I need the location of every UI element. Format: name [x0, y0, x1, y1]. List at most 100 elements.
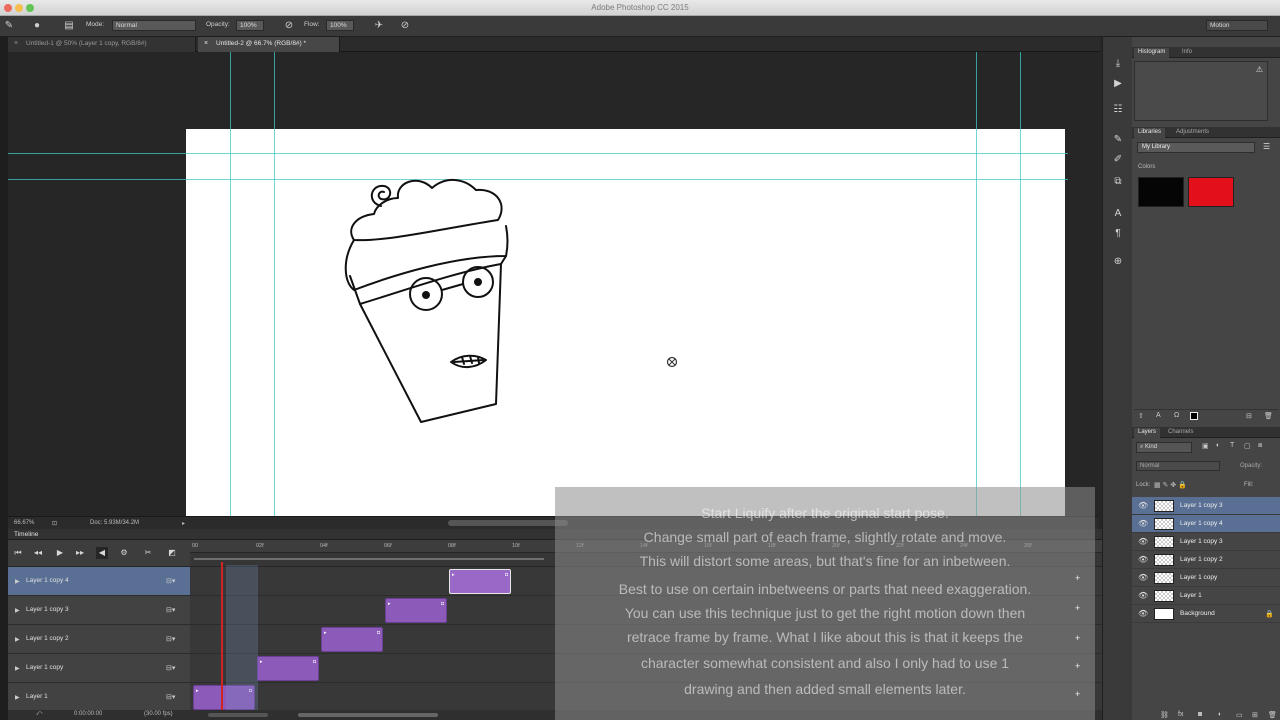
- guide-horizontal[interactable]: [8, 179, 1068, 180]
- brush-icon[interactable]: ✎: [1111, 133, 1125, 147]
- horizontal-scrollbar[interactable]: [448, 520, 568, 526]
- audio-icon[interactable]: ◀: [96, 547, 108, 559]
- close-tab-icon[interactable]: ×: [204, 40, 208, 47]
- flow-field[interactable]: 100%: [326, 20, 354, 31]
- library-select[interactable]: My Library: [1137, 142, 1255, 153]
- character-icon[interactable]: A: [1111, 207, 1125, 221]
- close-tab-icon[interactable]: ×: [14, 40, 18, 47]
- add-media-plus-icon[interactable]: +: [1075, 633, 1080, 643]
- tab-info[interactable]: Info: [1178, 48, 1196, 58]
- text-style-icon[interactable]: A: [1156, 412, 1161, 419]
- clip-start-handle-icon[interactable]: ▸: [196, 688, 199, 694]
- timeline-track-label[interactable]: ▶ Layer 1 copy 4 ⊟▾: [8, 567, 190, 596]
- layer-row[interactable]: 👁 Layer 1 copy 4: [1132, 515, 1280, 533]
- guide-horizontal[interactable]: [8, 153, 1068, 154]
- tab-libraries[interactable]: Libraries: [1134, 128, 1166, 138]
- visibility-eye-icon[interactable]: 👁: [1138, 609, 1148, 618]
- work-area-range[interactable]: [194, 558, 544, 560]
- properties-icon[interactable]: ☷: [1111, 103, 1125, 117]
- filter-smart-object-icon[interactable]: ⧈: [1258, 442, 1262, 450]
- timeline-track-label[interactable]: ▶ Layer 1 ⊟▾: [8, 683, 190, 712]
- paragraph-icon[interactable]: ¶: [1111, 227, 1125, 241]
- layer-style-icon[interactable]: fx: [1178, 711, 1183, 718]
- visibility-eye-icon[interactable]: 👁: [1138, 555, 1148, 564]
- timeline-scrollbar[interactable]: [298, 713, 438, 717]
- filter-pixel-icon[interactable]: ▣: [1202, 442, 1209, 450]
- track-options-icon[interactable]: ⊟▾: [166, 693, 175, 701]
- opacity-field[interactable]: 100%: [236, 20, 264, 31]
- adjustment-layer-icon[interactable]: ◐: [1218, 711, 1222, 718]
- transition-icon[interactable]: ◩: [166, 547, 178, 559]
- new-layer-icon[interactable]: ⊞: [1252, 711, 1258, 719]
- layer-mask-icon[interactable]: ◙: [1198, 711, 1202, 718]
- settings-gear-icon[interactable]: ⚙: [118, 547, 130, 559]
- add-media-plus-icon[interactable]: +: [1075, 573, 1080, 583]
- clip-end-handle-icon[interactable]: ◘: [505, 572, 508, 578]
- add-media-plus-icon[interactable]: +: [1075, 661, 1080, 671]
- current-time-indicator[interactable]: [221, 562, 223, 712]
- tab-layers[interactable]: Layers: [1134, 428, 1161, 438]
- layer-row[interactable]: 👁 Layer 1 copy: [1132, 569, 1280, 587]
- glyphs-icon[interactable]: ⊕: [1111, 255, 1125, 269]
- zoom-level[interactable]: 66.67%: [14, 520, 34, 526]
- expand-track-chevron-icon[interactable]: ▶: [15, 636, 20, 643]
- track-options-icon[interactable]: ⊟▾: [166, 664, 175, 672]
- add-media-plus-icon[interactable]: +: [1075, 603, 1080, 613]
- timeline-zoom-slider[interactable]: [208, 713, 268, 717]
- guide-vertical[interactable]: [1020, 129, 1021, 517]
- expand-track-chevron-icon[interactable]: ▶: [15, 665, 20, 672]
- visibility-eye-icon[interactable]: 👁: [1138, 591, 1148, 600]
- filter-shape-icon[interactable]: ▢: [1244, 442, 1251, 450]
- guide-vertical[interactable]: [976, 129, 977, 517]
- layer-row[interactable]: 👁 Layer 1 copy 3: [1132, 497, 1280, 515]
- add-media-plus-icon[interactable]: +: [1075, 689, 1080, 699]
- visibility-eye-icon[interactable]: 👁: [1138, 501, 1148, 510]
- timeline-track-label[interactable]: ▶ Layer 1 copy 3 ⊟▾: [8, 596, 190, 625]
- blend-mode-select[interactable]: Normal: [1136, 461, 1220, 471]
- layer-row[interactable]: 👁 Layer 1 copy 3: [1132, 533, 1280, 551]
- clip-end-handle-icon[interactable]: ◘: [377, 630, 380, 636]
- clone-source-icon[interactable]: ⧉: [1111, 175, 1125, 189]
- tab-channels[interactable]: Channels: [1164, 428, 1197, 438]
- layer-clip[interactable]: ▸ ◘: [449, 569, 511, 594]
- color-swatch-black[interactable]: [1138, 177, 1184, 207]
- warning-triangle-icon[interactable]: ⚠: [1256, 65, 1263, 74]
- previous-frame-icon[interactable]: ◂◂: [32, 547, 44, 559]
- expand-track-chevron-icon[interactable]: ▶: [15, 694, 20, 701]
- character-style-icon[interactable]: Ω: [1174, 412, 1179, 419]
- go-to-first-frame-icon[interactable]: ⏮: [12, 547, 24, 559]
- next-frame-icon[interactable]: ▸▸: [74, 547, 86, 559]
- new-group-icon[interactable]: ▭: [1236, 711, 1243, 719]
- brush-presets-icon[interactable]: ✐: [1111, 153, 1125, 167]
- color-swatch-red[interactable]: [1188, 177, 1234, 207]
- layer-clip[interactable]: ▸ ◘: [385, 598, 447, 623]
- guide-vertical[interactable]: [274, 129, 275, 517]
- pressure-opacity-icon[interactable]: ⊘: [282, 19, 296, 33]
- clip-start-handle-icon[interactable]: ▸: [260, 659, 263, 665]
- play-icon[interactable]: ▶: [54, 547, 66, 559]
- history-icon[interactable]: ⤓: [1111, 57, 1125, 71]
- pressure-size-icon[interactable]: ⊘: [398, 19, 412, 33]
- clip-start-handle-icon[interactable]: ▸: [324, 630, 327, 636]
- layer-clip[interactable]: ▸ ◘: [257, 656, 319, 681]
- filter-type-icon[interactable]: T: [1230, 442, 1234, 449]
- library-menu-icon[interactable]: ☰: [1263, 142, 1270, 151]
- timeline-title[interactable]: Timeline: [14, 531, 38, 538]
- timeline-track-label[interactable]: ▶ Layer 1 copy 2 ⊟▾: [8, 625, 190, 654]
- layer-filter-kind[interactable]: ⌕ Kind: [1136, 442, 1192, 453]
- lock-icons[interactable]: ▦ ✎ ✥ 🔒: [1154, 481, 1187, 489]
- layer-row[interactable]: 👁 Background 🔒: [1132, 605, 1280, 623]
- workspace-switcher[interactable]: Motion: [1206, 20, 1268, 31]
- visibility-eye-icon[interactable]: 👁: [1138, 519, 1148, 528]
- filter-adjustment-icon[interactable]: ◐: [1216, 442, 1220, 449]
- add-content-icon[interactable]: ⇧: [1138, 412, 1144, 420]
- guide-vertical[interactable]: [230, 129, 231, 517]
- expand-track-chevron-icon[interactable]: ▶: [15, 578, 20, 585]
- tab-histogram[interactable]: Histogram: [1134, 48, 1170, 58]
- clip-start-handle-icon[interactable]: ▸: [452, 572, 455, 578]
- track-options-icon[interactable]: ⊟▾: [166, 606, 175, 614]
- render-icon[interactable]: ⤺: [36, 711, 42, 718]
- tab-untitled-2[interactable]: × Untitled-2 @ 66.7% (RGB/8#) *: [198, 37, 340, 52]
- clip-end-handle-icon[interactable]: ◘: [441, 601, 444, 607]
- visibility-eye-icon[interactable]: 👁: [1138, 573, 1148, 582]
